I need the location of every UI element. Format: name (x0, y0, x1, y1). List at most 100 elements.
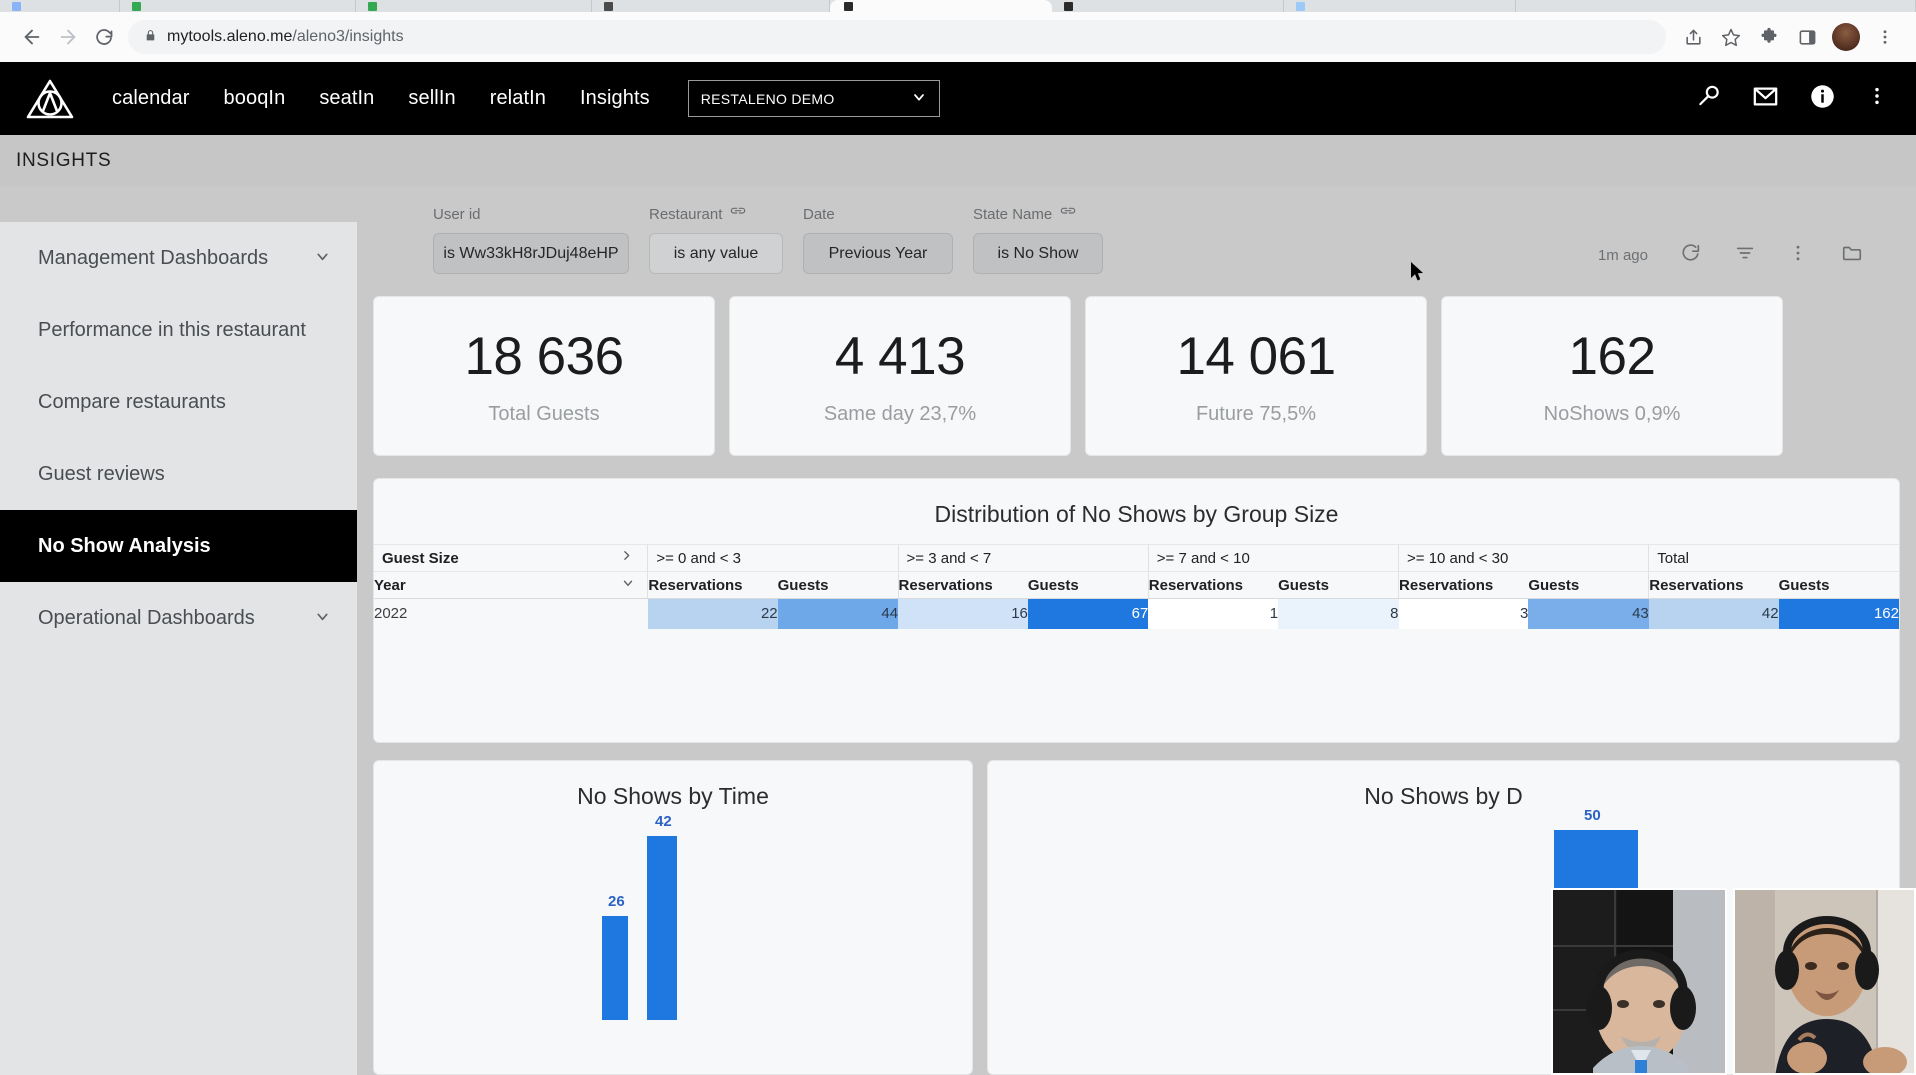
measure-header-row: Year Reservations Guests Reservations Gu… (374, 571, 1899, 599)
filter-icon[interactable] (1734, 242, 1756, 268)
filter-date: Date Previous Year (803, 206, 953, 274)
measure-header-reservations[interactable]: Reservations (1147, 571, 1279, 599)
filter-state-name: State Name is No Show (973, 206, 1103, 274)
sidebar-item-label: Operational Dashboards (38, 606, 255, 629)
kpi-value: 162 (1568, 327, 1656, 386)
share-icon[interactable] (1676, 20, 1710, 54)
measure-header-guests[interactable]: Guests (1778, 571, 1899, 599)
tab-favicon-icon (1064, 2, 1073, 11)
presenter-right-video[interactable] (1733, 888, 1916, 1075)
browser-tab-active[interactable] (830, 0, 1052, 12)
cell-value: 42 (1648, 598, 1779, 629)
measure-header-reservations[interactable]: Reservations (647, 571, 778, 599)
kpi-caption: NoShows 0,9% (1543, 403, 1681, 425)
kebab-menu-icon[interactable] (1788, 243, 1808, 267)
measure-header-guests[interactable]: Guests (1528, 571, 1649, 599)
chevron-right-icon[interactable] (620, 549, 633, 566)
measure-header-reservations[interactable]: Reservations (1648, 571, 1779, 599)
group-header: >= 0 and < 3 (647, 544, 899, 572)
tab-favicon-icon (132, 2, 141, 11)
sidebar-item-operational-dashboards[interactable]: Operational Dashboards (0, 582, 357, 654)
measure-header-guests[interactable]: Guests (777, 571, 899, 599)
browser-tab[interactable] (356, 0, 592, 12)
kpi-value: 4 413 (834, 327, 966, 386)
nav-link-insights[interactable]: Insights (580, 87, 650, 110)
puzzle-icon[interactable] (1752, 20, 1786, 54)
cell-value: 22 (647, 598, 778, 629)
kpi-caption: Future 75,5% (1195, 403, 1317, 425)
row-dim-header[interactable]: Guest Size (374, 544, 648, 572)
bar (602, 916, 628, 1020)
group-header-row: Guest Size >= 0 and < 3 >= 3 and < 7 >= … (374, 544, 1899, 572)
folder-icon[interactable] (1840, 242, 1864, 268)
kpi-future[interactable]: 14 061 Future 75,5% (1085, 296, 1427, 456)
refresh-icon[interactable] (1680, 242, 1702, 268)
filter-user-id: User id is Ww33kH8rJDuj48eHP (433, 206, 629, 274)
aleno-logo[interactable] (22, 77, 78, 121)
chevron-down-icon (314, 248, 331, 269)
kpi-caption: Total Guests (488, 403, 600, 425)
sidebar-item-performance-in-this-restaurant[interactable]: Performance in this restaurant (0, 294, 357, 366)
nav-links: calendar booqIn seatIn sellIn relatIn In… (112, 87, 650, 110)
nav-link-relatin[interactable]: relatIn (490, 87, 546, 110)
measure-header-guests[interactable]: Guests (1027, 571, 1149, 599)
cell-value: 44 (777, 598, 899, 629)
kpi-caption: Same day 23,7% (823, 403, 977, 425)
filter-label: Restaurant (649, 206, 783, 223)
sidebar-item-label: Management Dashboards (38, 246, 269, 269)
kpi-total-guests[interactable]: 18 636 Total Guests (373, 296, 715, 456)
mail-icon[interactable] (1752, 83, 1779, 115)
group-header: >= 10 and < 30 (1398, 544, 1649, 572)
kpi-noshows[interactable]: 162 NoShows 0,9% (1441, 296, 1783, 456)
browser-tab[interactable] (120, 0, 356, 12)
kebab-menu-icon[interactable] (1868, 20, 1902, 54)
nav-link-calendar[interactable]: calendar (112, 87, 190, 110)
tab-favicon-icon (368, 2, 377, 11)
page-title-bar: INSIGHTS (0, 135, 1916, 186)
chart-plot-area-left: 26 42 (374, 813, 972, 1020)
bar-label: 26 (608, 893, 625, 910)
search-icon[interactable] (1696, 83, 1722, 114)
sidebar-item-guest-reviews[interactable]: Guest reviews (0, 438, 357, 510)
filter-value-user-id[interactable]: is Ww33kH8rJDuj48eHP (433, 233, 629, 274)
org-select[interactable]: RESTALENO DEMO (687, 80, 940, 117)
sidebar-item-management-dashboards[interactable]: Management Dashboards (0, 222, 357, 294)
chevron-down-icon[interactable] (621, 576, 635, 594)
measure-header-reservations[interactable]: Reservations (897, 571, 1028, 599)
side-panel-icon[interactable] (1790, 20, 1824, 54)
browser-tab[interactable] (592, 0, 830, 12)
reload-icon[interactable] (86, 19, 122, 55)
nav-link-sellin[interactable]: sellIn (408, 87, 455, 110)
measure-header-reservations[interactable]: Reservations (1398, 571, 1529, 599)
nav-link-booqin[interactable]: booqIn (224, 87, 286, 110)
sidebar-item-compare-restaurants[interactable]: Compare restaurants (0, 366, 357, 438)
kebab-menu-icon[interactable] (1866, 85, 1888, 112)
sidebar-item-label: Guest reviews (38, 462, 165, 485)
forward-arrow-icon[interactable] (50, 19, 86, 55)
browser-tab[interactable] (1052, 0, 1284, 12)
browser-tab[interactable] (1516, 0, 1916, 12)
browser-tab[interactable] (1284, 0, 1516, 12)
bar (647, 836, 677, 1020)
filter-value-restaurant[interactable]: is any value (649, 233, 783, 274)
nav-link-seatin[interactable]: seatIn (319, 87, 374, 110)
table-row[interactable]: 2022 22 44 16 67 1 8 3 43 42 162 (374, 598, 1899, 629)
presenter-left-video[interactable] (1551, 888, 1727, 1075)
info-icon[interactable] (1809, 83, 1836, 115)
filter-label: State Name (973, 206, 1103, 223)
kpi-same-day[interactable]: 4 413 Same day 23,7% (729, 296, 1071, 456)
measure-header-guests[interactable]: Guests (1278, 571, 1399, 599)
star-icon[interactable] (1714, 20, 1748, 54)
filter-value-state-name[interactable]: is No Show (973, 233, 1103, 274)
address-bar[interactable]: mytools.aleno.me/aleno3/insights (128, 20, 1666, 54)
cell-value: 3 (1398, 598, 1529, 629)
browser-tab-strip[interactable] (0, 0, 1916, 12)
back-arrow-icon[interactable] (14, 19, 50, 55)
avatar-icon[interactable] (1832, 23, 1860, 51)
sidebar-item-no-show-analysis[interactable]: No Show Analysis (0, 510, 357, 582)
filter-value-date[interactable]: Previous Year (803, 233, 953, 274)
group-header: >= 3 and < 7 (897, 544, 1149, 572)
row-field-header[interactable]: Year (374, 571, 648, 599)
org-select-value: RESTALENO DEMO (700, 90, 835, 107)
sidebar-item-label: Compare restaurants (38, 390, 226, 413)
